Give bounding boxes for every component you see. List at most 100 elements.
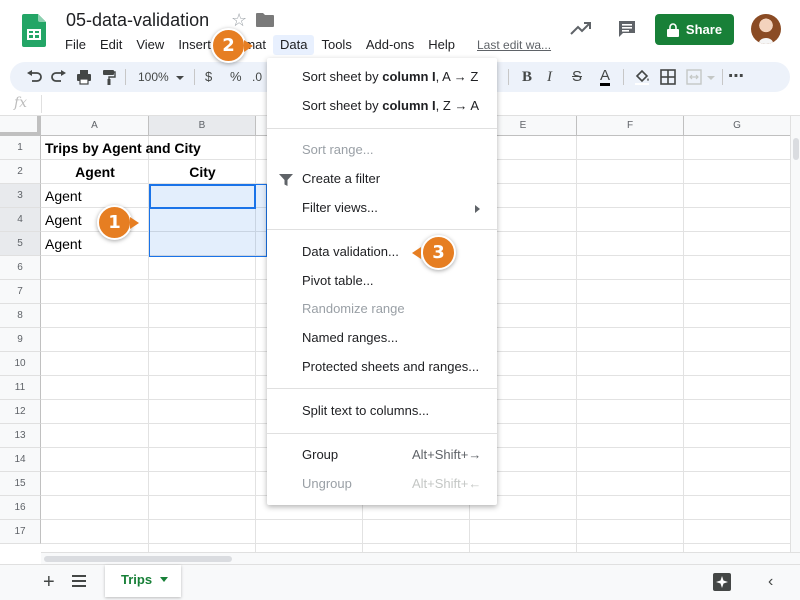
formula-divider: [41, 95, 42, 113]
last-edit-link[interactable]: Last edit wa...: [470, 35, 558, 55]
group-shortcut: Alt+Shift+→: [412, 447, 482, 462]
menu-sort-range[interactable]: Sort range...: [302, 142, 374, 158]
row-header-8[interactable]: 8: [0, 304, 41, 328]
strikethrough-button[interactable]: S: [572, 68, 582, 86]
menu-tools[interactable]: Tools: [314, 35, 358, 55]
header: 05-data-validation ☆ File Edit View Inse…: [0, 0, 800, 62]
cell-a4[interactable]: Agent: [45, 208, 82, 232]
row-header-10[interactable]: 10: [0, 352, 41, 376]
decrease-decimal-button[interactable]: .0: [252, 68, 262, 86]
fx-icon: fx: [14, 95, 28, 111]
more-options-button[interactable]: ⋯: [728, 68, 744, 86]
sheet-tab-caret-icon[interactable]: [160, 577, 168, 582]
row-header-16[interactable]: 16: [0, 496, 41, 520]
add-sheet-icon[interactable]: +: [43, 571, 55, 594]
select-all-corner[interactable]: [0, 116, 41, 136]
vertical-scroll-thumb[interactable]: [793, 138, 799, 160]
fill-color-icon[interactable]: [634, 69, 650, 85]
row-header-7[interactable]: 7: [0, 280, 41, 304]
paint-format-icon[interactable]: [102, 69, 116, 85]
menu-pivot-table[interactable]: Pivot table...: [302, 273, 374, 289]
menu-group[interactable]: Group: [302, 447, 338, 463]
cell-b2[interactable]: City: [149, 160, 256, 184]
merge-caret-icon[interactable]: [707, 76, 715, 80]
menu-filter-views[interactable]: Filter views...: [302, 200, 378, 216]
menu-sort-a-z[interactable]: Sort sheet by column I, A → Z: [302, 69, 478, 85]
toolbar-divider: [194, 69, 195, 85]
share-button[interactable]: Share: [655, 14, 734, 45]
row-header-9[interactable]: 9: [0, 328, 41, 352]
row-header-13[interactable]: 13: [0, 424, 41, 448]
row-header-5[interactable]: 5: [0, 232, 41, 256]
row-header-6[interactable]: 6: [0, 256, 41, 280]
row-header-17[interactable]: 17: [0, 520, 41, 544]
collapse-side-panel-icon[interactable]: ‹: [768, 573, 773, 591]
callout-step-2: 2: [211, 28, 246, 63]
menu-named-ranges[interactable]: Named ranges...: [302, 330, 398, 346]
currency-format-button[interactable]: $: [205, 68, 212, 86]
trending-up-icon[interactable]: [570, 20, 592, 36]
cell-a1[interactable]: Trips by Agent and City: [45, 136, 201, 160]
menu-divider: [267, 229, 497, 230]
merge-cells-icon[interactable]: [686, 69, 702, 85]
row-header-4[interactable]: 4: [0, 208, 41, 232]
row-header-12[interactable]: 12: [0, 400, 41, 424]
menu-bar: File Edit View Insert Format Data Tools …: [58, 35, 558, 55]
bold-button[interactable]: B: [522, 68, 532, 86]
vertical-scrollbar[interactable]: [790, 116, 800, 552]
explore-icon[interactable]: [713, 573, 731, 591]
menu-ungroup[interactable]: Ungroup: [302, 476, 352, 492]
menu-add-ons[interactable]: Add-ons: [359, 35, 421, 55]
menu-randomize-range[interactable]: Randomize range: [302, 301, 405, 317]
menu-edit[interactable]: Edit: [93, 35, 129, 55]
sheets-logo-icon[interactable]: [22, 14, 46, 47]
row-header-15[interactable]: 15: [0, 472, 41, 496]
active-cell[interactable]: [149, 184, 256, 209]
zoom-select[interactable]: 100%: [138, 68, 169, 86]
undo-icon[interactable]: [26, 70, 42, 84]
folder-icon[interactable]: [256, 12, 274, 28]
comment-icon[interactable]: [617, 19, 637, 39]
row-header-2[interactable]: 2: [0, 160, 41, 184]
redo-icon[interactable]: [51, 70, 67, 84]
row-header-11[interactable]: 11: [0, 376, 41, 400]
menu-view[interactable]: View: [129, 35, 171, 55]
print-icon[interactable]: [76, 69, 92, 85]
submenu-arrow-icon: [475, 205, 480, 213]
sheet-tab-label: Trips: [121, 572, 153, 587]
percent-format-button[interactable]: %: [230, 68, 242, 86]
cell-a5[interactable]: Agent: [45, 232, 82, 256]
menu-protected-ranges[interactable]: Protected sheets and ranges...: [302, 359, 479, 375]
menu-data[interactable]: Data: [273, 35, 315, 55]
column-header-g[interactable]: G: [684, 116, 790, 136]
cell-a3[interactable]: Agent: [45, 184, 82, 208]
filter-icon: [279, 174, 293, 186]
menu-file[interactable]: File: [58, 35, 93, 55]
avatar[interactable]: [751, 14, 781, 44]
toolbar-divider: [722, 69, 723, 85]
menu-create-filter[interactable]: Create a filter: [302, 171, 380, 187]
text-color-button[interactable]: A: [600, 68, 611, 86]
gridline: [683, 136, 684, 552]
all-sheets-icon[interactable]: [72, 574, 86, 588]
zoom-caret-icon[interactable]: [176, 76, 184, 80]
sheets-app: 05-data-validation ☆ File Edit View Inse…: [0, 0, 800, 600]
row-header-1[interactable]: 1: [0, 136, 41, 160]
sheet-tab-trips[interactable]: Trips: [105, 565, 181, 597]
sort-z-a-prefix: Sort sheet by: [302, 98, 383, 113]
borders-icon[interactable]: [660, 69, 676, 85]
menu-split-text[interactable]: Split text to columns...: [302, 403, 429, 419]
document-title[interactable]: 05-data-validation: [66, 10, 209, 31]
italic-button[interactable]: I: [547, 68, 552, 86]
column-header-b[interactable]: B: [149, 116, 256, 136]
horizontal-scrollbar[interactable]: [41, 552, 800, 564]
row-header-14[interactable]: 14: [0, 448, 41, 472]
menu-sort-z-a[interactable]: Sort sheet by column I, Z → A: [302, 98, 479, 114]
column-header-f[interactable]: F: [577, 116, 684, 136]
row-header-3[interactable]: 3: [0, 184, 41, 208]
horizontal-scroll-thumb[interactable]: [44, 556, 232, 562]
menu-help[interactable]: Help: [421, 35, 462, 55]
menu-data-validation[interactable]: Data validation...: [302, 244, 399, 260]
cell-a2[interactable]: Agent: [41, 160, 149, 184]
column-header-a[interactable]: A: [41, 116, 149, 136]
